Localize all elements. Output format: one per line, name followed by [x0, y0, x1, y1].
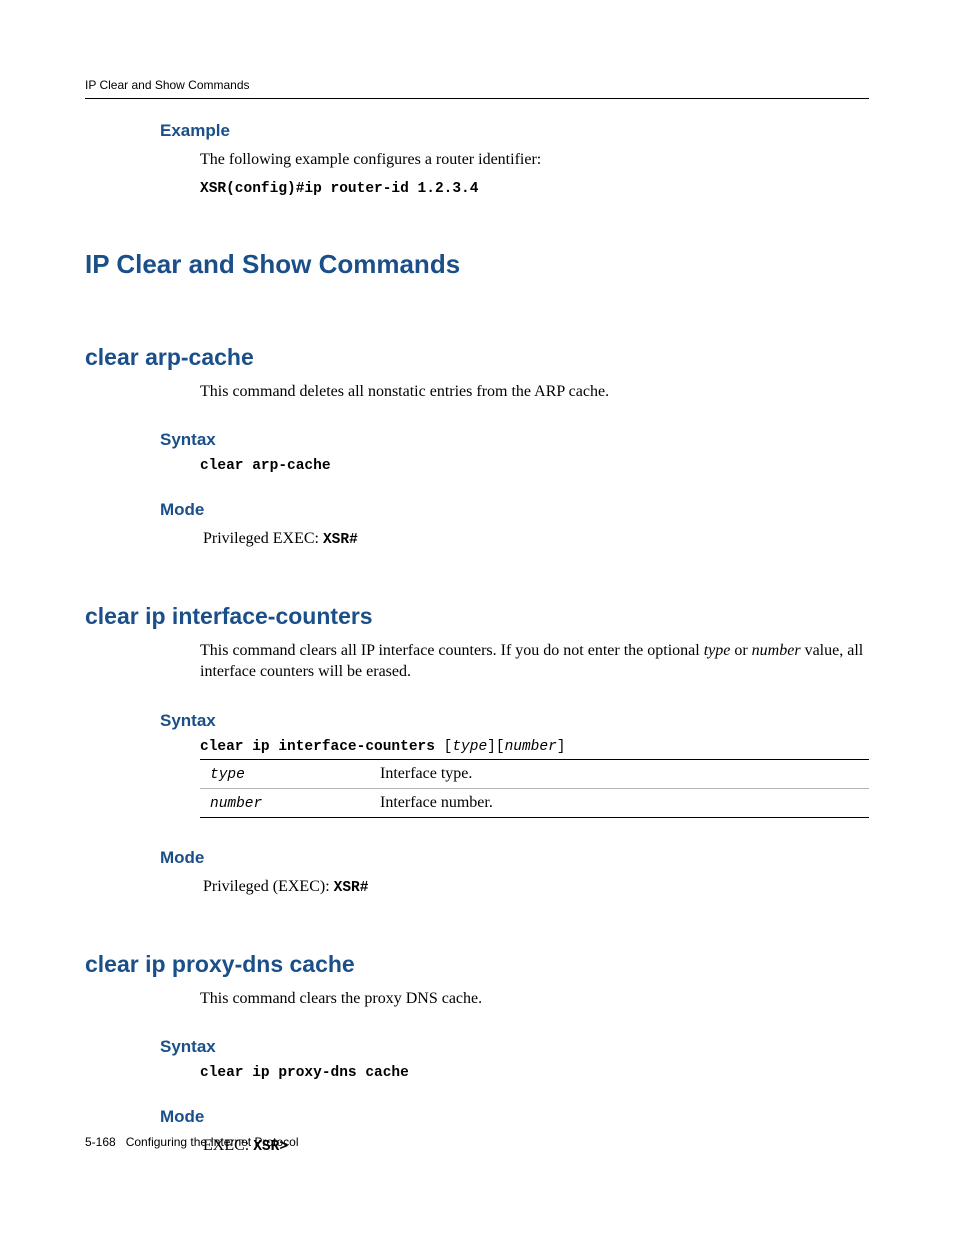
- example-heading: Example: [160, 121, 869, 141]
- dns-mode-text: EXEC: XSR>: [203, 1135, 869, 1158]
- ifc-param-name-1: number: [210, 796, 380, 812]
- arp-syntax-cmd: clear arp-cache: [200, 458, 869, 474]
- footer-page-number: 5-168: [85, 1135, 116, 1149]
- ifc-mode-prompt: XSR#: [334, 880, 369, 896]
- ifc-desc-d: number: [752, 642, 801, 659]
- ifc-syntax-cmd-a: clear ip interface-counters: [200, 739, 444, 755]
- ifc-mode-heading: Mode: [160, 848, 869, 868]
- arp-mode-heading: Mode: [160, 500, 869, 520]
- ifc-desc-c: or: [730, 642, 751, 659]
- ifc-syntax-cmd-d: ][: [487, 739, 504, 755]
- dns-heading: clear ip proxy-dns cache: [85, 951, 869, 978]
- ifc-desc-a: This command clears all IP interface cou…: [200, 642, 704, 659]
- ifc-syntax-cmd-f: ]: [557, 739, 566, 755]
- arp-desc: This command deletes all nonstatic entri…: [200, 381, 869, 403]
- section-h1: IP Clear and Show Commands: [85, 249, 869, 280]
- page: IP Clear and Show Commands Example The f…: [0, 0, 954, 1235]
- ifc-param-desc-0: Interface type.: [380, 765, 472, 783]
- ifc-mode-prefix: Privileged (EXEC):: [203, 878, 334, 895]
- arp-heading: clear arp-cache: [85, 344, 869, 371]
- ifc-mode-text: Privileged (EXEC): XSR#: [203, 876, 869, 899]
- example-text: The following example configures a route…: [200, 149, 869, 171]
- ifc-param-table: type Interface type. number Interface nu…: [200, 759, 869, 818]
- arp-mode-prefix: Privileged EXEC:: [203, 530, 323, 547]
- ifc-syntax-cmd: clear ip interface-counters [type][numbe…: [200, 739, 869, 755]
- dns-mode-heading: Mode: [160, 1107, 869, 1127]
- arp-mode-text: Privileged EXEC: XSR#: [203, 528, 869, 551]
- example-code: XSR(config)#ip router-id 1.2.3.4: [200, 181, 869, 197]
- ifc-syntax-cmd-e: number: [505, 739, 557, 755]
- ifc-param-desc-1: Interface number.: [380, 794, 493, 812]
- table-row: type Interface type.: [200, 760, 869, 788]
- page-footer: 5-168 Configuring the Internet Protocol: [85, 1135, 299, 1149]
- table-row: number Interface number.: [200, 788, 869, 817]
- ifc-syntax-cmd-c: type: [452, 739, 487, 755]
- dns-syntax-cmd: clear ip proxy-dns cache: [200, 1065, 869, 1081]
- ifc-desc-b: type: [704, 642, 731, 659]
- dns-desc: This command clears the proxy DNS cache.: [200, 988, 869, 1010]
- arp-syntax-heading: Syntax: [160, 430, 869, 450]
- running-header: IP Clear and Show Commands: [85, 78, 869, 99]
- ifc-param-name-0: type: [210, 767, 380, 783]
- ifc-heading: clear ip interface-counters: [85, 603, 869, 630]
- ifc-syntax-heading: Syntax: [160, 711, 869, 731]
- arp-mode-prompt: XSR#: [323, 532, 358, 548]
- dns-syntax-heading: Syntax: [160, 1037, 869, 1057]
- ifc-desc: This command clears all IP interface cou…: [200, 640, 869, 683]
- footer-chapter-title: Configuring the Internet Protocol: [126, 1135, 299, 1149]
